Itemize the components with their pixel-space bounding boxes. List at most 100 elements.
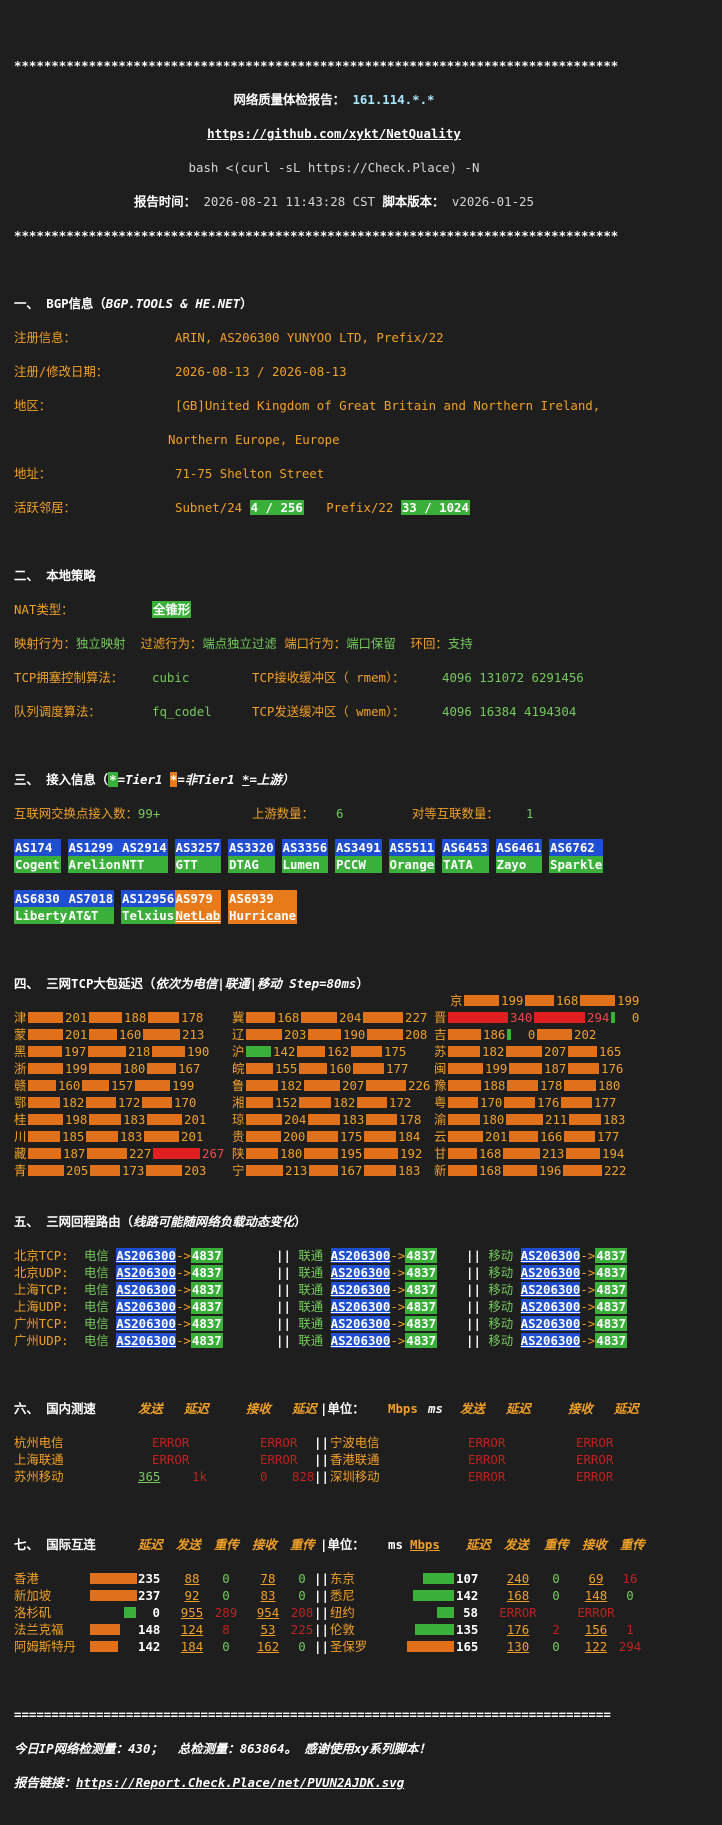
latency-value: 170 bbox=[480, 1095, 503, 1110]
latency-bar bbox=[246, 1029, 283, 1040]
intl-sep: || bbox=[314, 1605, 329, 1620]
as-cell: AS6461 Zayo bbox=[495, 839, 543, 873]
intl-left-recv: 954 bbox=[256, 1605, 280, 1620]
latency-bar bbox=[147, 1114, 183, 1125]
route-city: 北京TCP: bbox=[14, 1248, 69, 1263]
domestic-left-label: 杭州电信 bbox=[14, 1435, 64, 1450]
route-sep: || bbox=[276, 1248, 299, 1263]
intl-right-retx2: 1 bbox=[626, 1622, 634, 1637]
route-cell: || 联通 AS206300->4837 bbox=[276, 1298, 438, 1315]
intl-h-retx2-r: 重传 bbox=[620, 1537, 645, 1552]
carrier-name: 联通 bbox=[298, 1316, 324, 1331]
latency-bar bbox=[504, 1097, 536, 1108]
latency-bar bbox=[142, 1097, 173, 1108]
intl-right-retx2: 294 bbox=[618, 1639, 642, 1654]
province-label: 京 bbox=[450, 993, 463, 1008]
province-label: 琼 bbox=[232, 1112, 245, 1127]
latency-bar bbox=[246, 1012, 276, 1023]
latency-bar bbox=[246, 1165, 284, 1176]
as-number: AS3491 bbox=[335, 839, 382, 856]
province-label: 粤 bbox=[434, 1095, 447, 1110]
latency-cell: 宁 213 167 183 bbox=[232, 1162, 420, 1179]
intl-left-retx: 0 bbox=[222, 1639, 230, 1654]
latency-value: 160 bbox=[58, 1078, 81, 1093]
latency-bar bbox=[506, 1046, 543, 1057]
latency-value: 185 bbox=[62, 1129, 85, 1144]
route-arrow: -> bbox=[580, 1316, 596, 1331]
domestic-right-label: 深圳移动 bbox=[330, 1469, 380, 1484]
latency-bar bbox=[448, 1080, 482, 1091]
latency-bar bbox=[148, 1012, 180, 1023]
route-cell: 电信 AS206300->4837 bbox=[84, 1281, 223, 1298]
latency-bar bbox=[246, 1046, 272, 1057]
intl-right-bar bbox=[413, 1590, 454, 1601]
latency-bar bbox=[146, 1165, 183, 1176]
latency-bar bbox=[364, 1131, 397, 1142]
domestic-left-error: ERROR bbox=[152, 1452, 190, 1467]
latency-value: 201 bbox=[184, 1112, 207, 1127]
route-cell: || 联通 AS206300->4837 bbox=[276, 1264, 438, 1281]
latency-cell: 冀 168 204 227 bbox=[232, 1009, 427, 1026]
route-arrow: -> bbox=[390, 1333, 406, 1348]
intl-left-delay: 0 bbox=[152, 1605, 160, 1620]
latency-value: 201 bbox=[181, 1129, 204, 1144]
route-city: 北京UDP: bbox=[14, 1265, 69, 1280]
access-counts-row: 互联网交换点接入数：99+ 上游数量： 6 对等互联数量： 1 bbox=[14, 805, 722, 822]
routes-section-title: 五、 三网回程路由（线路可能随网络负载动态变化） bbox=[14, 1213, 722, 1230]
province-label: 闽 bbox=[434, 1061, 447, 1076]
latency-value: 160 bbox=[329, 1061, 352, 1076]
latency-value: 213 bbox=[182, 1027, 205, 1042]
latency-cell: 晋 340 294 0 bbox=[434, 1009, 639, 1026]
thanks-text: 感谢使用xy系列脚本！ bbox=[304, 1741, 431, 1756]
carrier-name: 联通 bbox=[298, 1248, 324, 1263]
latency-bar bbox=[308, 1029, 342, 1040]
intl-right-delay: 165 bbox=[456, 1639, 479, 1654]
latency-bar bbox=[28, 1097, 61, 1108]
repo-link[interactable]: https://github.com/xykt/NetQuality bbox=[207, 126, 461, 141]
route-sep: || bbox=[276, 1299, 299, 1314]
latency-cell: 藏 187 227 267 bbox=[14, 1145, 224, 1162]
latency-bar bbox=[464, 995, 500, 1006]
province-label: 宁 bbox=[232, 1163, 245, 1178]
route-cell: || 联通 AS206300->4837 bbox=[276, 1315, 438, 1332]
domestic-right-label: 香港联通 bbox=[330, 1452, 380, 1467]
intl-right-label: 东京 bbox=[330, 1571, 355, 1586]
region-value-1: [GB]United Kingdom of Great Britain and … bbox=[175, 398, 601, 413]
report-link[interactable]: https://Report.Check.Place/net/PVUN2AJDK… bbox=[76, 1775, 404, 1790]
province-label: 豫 bbox=[434, 1078, 447, 1093]
latency-bar bbox=[448, 1012, 509, 1023]
carrier-name: 电信 bbox=[84, 1265, 109, 1280]
intl-h-mbps: Mbps bbox=[410, 1537, 440, 1552]
intl-sep: || bbox=[314, 1588, 329, 1603]
latency-value: 187 bbox=[544, 1061, 567, 1076]
route-sep: || bbox=[466, 1299, 489, 1314]
intl-right-label: 悉尼 bbox=[330, 1588, 355, 1603]
latency-title: 四、 三网TCP大包延迟（ bbox=[14, 976, 156, 991]
as-grid-row-1: AS174 Cogent AS1299 Arelion AS2914 NTT AS3257 G… bbox=[14, 839, 722, 873]
as-name: NetLab bbox=[174, 907, 222, 924]
carrier-name: 移动 bbox=[488, 1299, 514, 1314]
latency-bar bbox=[569, 1114, 602, 1125]
intl-title: 七、 国际互连 bbox=[14, 1537, 96, 1552]
latency-value: 190 bbox=[343, 1027, 366, 1042]
latency-value: 182 bbox=[333, 1095, 356, 1110]
intl-left-label: 洛杉矶 bbox=[14, 1605, 52, 1620]
route-as-from: AS206300 bbox=[116, 1299, 176, 1314]
latency-bar bbox=[28, 1046, 63, 1057]
latency-value: 207 bbox=[342, 1078, 365, 1093]
latency-cell: 青 205 173 203 bbox=[14, 1162, 206, 1179]
latency-value: 177 bbox=[594, 1095, 617, 1110]
rmem-label: TCP接收缓冲区（ rmem）： bbox=[252, 670, 405, 685]
intl-left-retx: 8 bbox=[222, 1622, 230, 1637]
route-as-to: 4837 bbox=[405, 1299, 438, 1314]
as-number: AS6453 bbox=[442, 839, 489, 856]
script-version-label: 脚本版本： bbox=[382, 194, 445, 209]
as-number: AS6461 bbox=[495, 839, 543, 856]
latency-bar bbox=[448, 1114, 481, 1125]
latency-value: 175 bbox=[340, 1129, 363, 1144]
as-name: NTT bbox=[121, 856, 168, 873]
intl-h-delay-r: 延迟 bbox=[466, 1537, 491, 1552]
latency-value: 190 bbox=[187, 1044, 210, 1059]
latency-value: 187 bbox=[63, 1146, 86, 1161]
latency-bar bbox=[309, 1165, 339, 1176]
